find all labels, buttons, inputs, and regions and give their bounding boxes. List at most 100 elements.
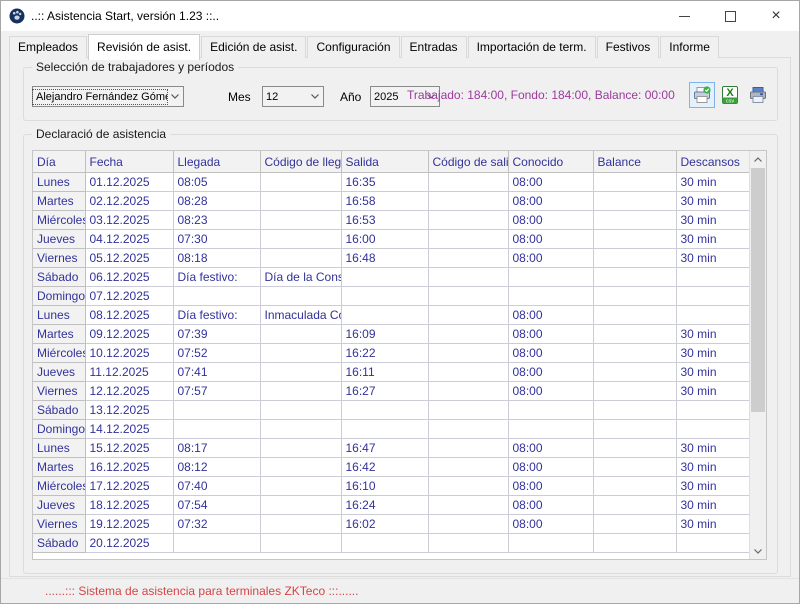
table-cell[interactable] xyxy=(428,325,508,344)
table-cell[interactable] xyxy=(428,534,508,553)
day-cell[interactable]: Martes xyxy=(33,458,85,477)
table-cell[interactable]: 07:41 xyxy=(173,363,260,382)
table-cell[interactable]: 15.12.2025 xyxy=(85,439,173,458)
table-cell[interactable] xyxy=(593,458,676,477)
table-cell[interactable] xyxy=(593,344,676,363)
table-cell[interactable] xyxy=(260,230,341,249)
table-cell[interactable] xyxy=(593,420,676,439)
table-cell[interactable]: Día de la Constit xyxy=(260,268,341,287)
tab-empleados[interactable]: Empleados xyxy=(9,36,87,58)
table-row[interactable]: Viernes19.12.202507:3216:0208:0030 min xyxy=(33,515,751,534)
table-cell[interactable] xyxy=(173,287,260,306)
table-cell[interactable] xyxy=(428,306,508,325)
table-row[interactable]: Jueves04.12.202507:3016:0008:0030 min xyxy=(33,230,751,249)
table-cell[interactable] xyxy=(260,344,341,363)
day-cell[interactable]: Viernes xyxy=(33,249,85,268)
table-cell[interactable]: 07:32 xyxy=(173,515,260,534)
minimize-button[interactable] xyxy=(661,1,707,31)
print-preview-button[interactable] xyxy=(689,82,715,108)
table-cell[interactable]: 07.12.2025 xyxy=(85,287,173,306)
table-row[interactable]: Sábado13.12.2025 xyxy=(33,401,751,420)
table-row[interactable]: Miércoles03.12.202508:2316:5308:0030 min xyxy=(33,211,751,230)
table-cell[interactable] xyxy=(676,306,751,325)
table-cell[interactable]: 07:54 xyxy=(173,496,260,515)
table-cell[interactable] xyxy=(508,268,593,287)
table-cell[interactable]: 16:53 xyxy=(341,211,428,230)
table-cell[interactable]: 30 min xyxy=(676,192,751,211)
table-cell[interactable] xyxy=(593,173,676,192)
table-cell[interactable] xyxy=(428,211,508,230)
table-cell[interactable]: 08:00 xyxy=(508,173,593,192)
tab-informe[interactable]: Informe xyxy=(660,36,719,58)
table-cell[interactable]: 30 min xyxy=(676,211,751,230)
day-cell[interactable]: Lunes xyxy=(33,439,85,458)
table-cell[interactable] xyxy=(508,287,593,306)
table-cell[interactable] xyxy=(676,401,751,420)
table-cell[interactable] xyxy=(260,496,341,515)
table-cell[interactable]: 07:57 xyxy=(173,382,260,401)
table-cell[interactable]: 11.12.2025 xyxy=(85,363,173,382)
tab-importaci-n-de-term[interactable]: Importación de term. xyxy=(468,36,596,58)
table-cell[interactable] xyxy=(341,401,428,420)
day-cell[interactable]: Miércoles xyxy=(33,344,85,363)
table-cell[interactable] xyxy=(428,477,508,496)
table-cell[interactable] xyxy=(173,534,260,553)
table-cell[interactable] xyxy=(508,401,593,420)
table-row[interactable]: Sábado20.12.2025 xyxy=(33,534,751,553)
table-cell[interactable]: 12.12.2025 xyxy=(85,382,173,401)
table-cell[interactable]: 08:18 xyxy=(173,249,260,268)
table-cell[interactable]: 04.12.2025 xyxy=(85,230,173,249)
day-cell[interactable]: Lunes xyxy=(33,173,85,192)
table-row[interactable]: Lunes08.12.2025Día festivo:Inmaculada Co… xyxy=(33,306,751,325)
table-cell[interactable]: 08.12.2025 xyxy=(85,306,173,325)
table-cell[interactable]: 07:52 xyxy=(173,344,260,363)
table-row[interactable]: Martes16.12.202508:1216:4208:0030 min xyxy=(33,458,751,477)
table-cell[interactable] xyxy=(341,268,428,287)
tab-configuraci-n[interactable]: Configuración xyxy=(307,36,399,58)
table-cell[interactable] xyxy=(341,287,428,306)
table-cell[interactable] xyxy=(593,401,676,420)
table-cell[interactable]: 30 min xyxy=(676,477,751,496)
table-cell[interactable]: 16.12.2025 xyxy=(85,458,173,477)
table-cell[interactable]: 16:48 xyxy=(341,249,428,268)
day-cell[interactable]: Sábado xyxy=(33,268,85,287)
table-cell[interactable] xyxy=(260,173,341,192)
table-cell[interactable]: 08:00 xyxy=(508,477,593,496)
table-cell[interactable]: 16:35 xyxy=(341,173,428,192)
table-cell[interactable] xyxy=(428,249,508,268)
table-cell[interactable]: 20.12.2025 xyxy=(85,534,173,553)
day-cell[interactable]: Sábado xyxy=(33,534,85,553)
table-cell[interactable]: 30 min xyxy=(676,325,751,344)
table-cell[interactable]: 08:05 xyxy=(173,173,260,192)
table-cell[interactable] xyxy=(428,515,508,534)
table-cell[interactable]: 18.12.2025 xyxy=(85,496,173,515)
table-cell[interactable] xyxy=(173,420,260,439)
day-cell[interactable]: Domingo xyxy=(33,287,85,306)
table-cell[interactable]: 01.12.2025 xyxy=(85,173,173,192)
table-cell[interactable]: 08:00 xyxy=(508,306,593,325)
table-cell[interactable] xyxy=(593,230,676,249)
export-csv-button[interactable]: X csv xyxy=(717,82,743,108)
table-row[interactable]: Sábado06.12.2025Día festivo:Día de la Co… xyxy=(33,268,751,287)
table-row[interactable]: Domingo07.12.2025 xyxy=(33,287,751,306)
table-cell[interactable]: 05.12.2025 xyxy=(85,249,173,268)
table-cell[interactable]: 16:22 xyxy=(341,344,428,363)
table-cell[interactable] xyxy=(676,534,751,553)
table-cell[interactable]: 16:00 xyxy=(341,230,428,249)
table-cell[interactable]: 16:09 xyxy=(341,325,428,344)
table-cell[interactable]: 30 min xyxy=(676,344,751,363)
table-row[interactable]: Lunes01.12.202508:0516:3508:0030 min xyxy=(33,173,751,192)
table-cell[interactable] xyxy=(260,477,341,496)
table-cell[interactable]: Día festivo: xyxy=(173,306,260,325)
table-row[interactable]: Miércoles17.12.202507:4016:1008:0030 min xyxy=(33,477,751,496)
table-cell[interactable] xyxy=(593,439,676,458)
table-cell[interactable]: 16:02 xyxy=(341,515,428,534)
table-cell[interactable] xyxy=(428,287,508,306)
table-cell[interactable]: 30 min xyxy=(676,363,751,382)
table-cell[interactable] xyxy=(428,496,508,515)
table-cell[interactable]: 30 min xyxy=(676,439,751,458)
table-cell[interactable] xyxy=(428,420,508,439)
print-button[interactable] xyxy=(745,82,771,108)
table-cell[interactable] xyxy=(676,420,751,439)
table-cell[interactable] xyxy=(260,211,341,230)
